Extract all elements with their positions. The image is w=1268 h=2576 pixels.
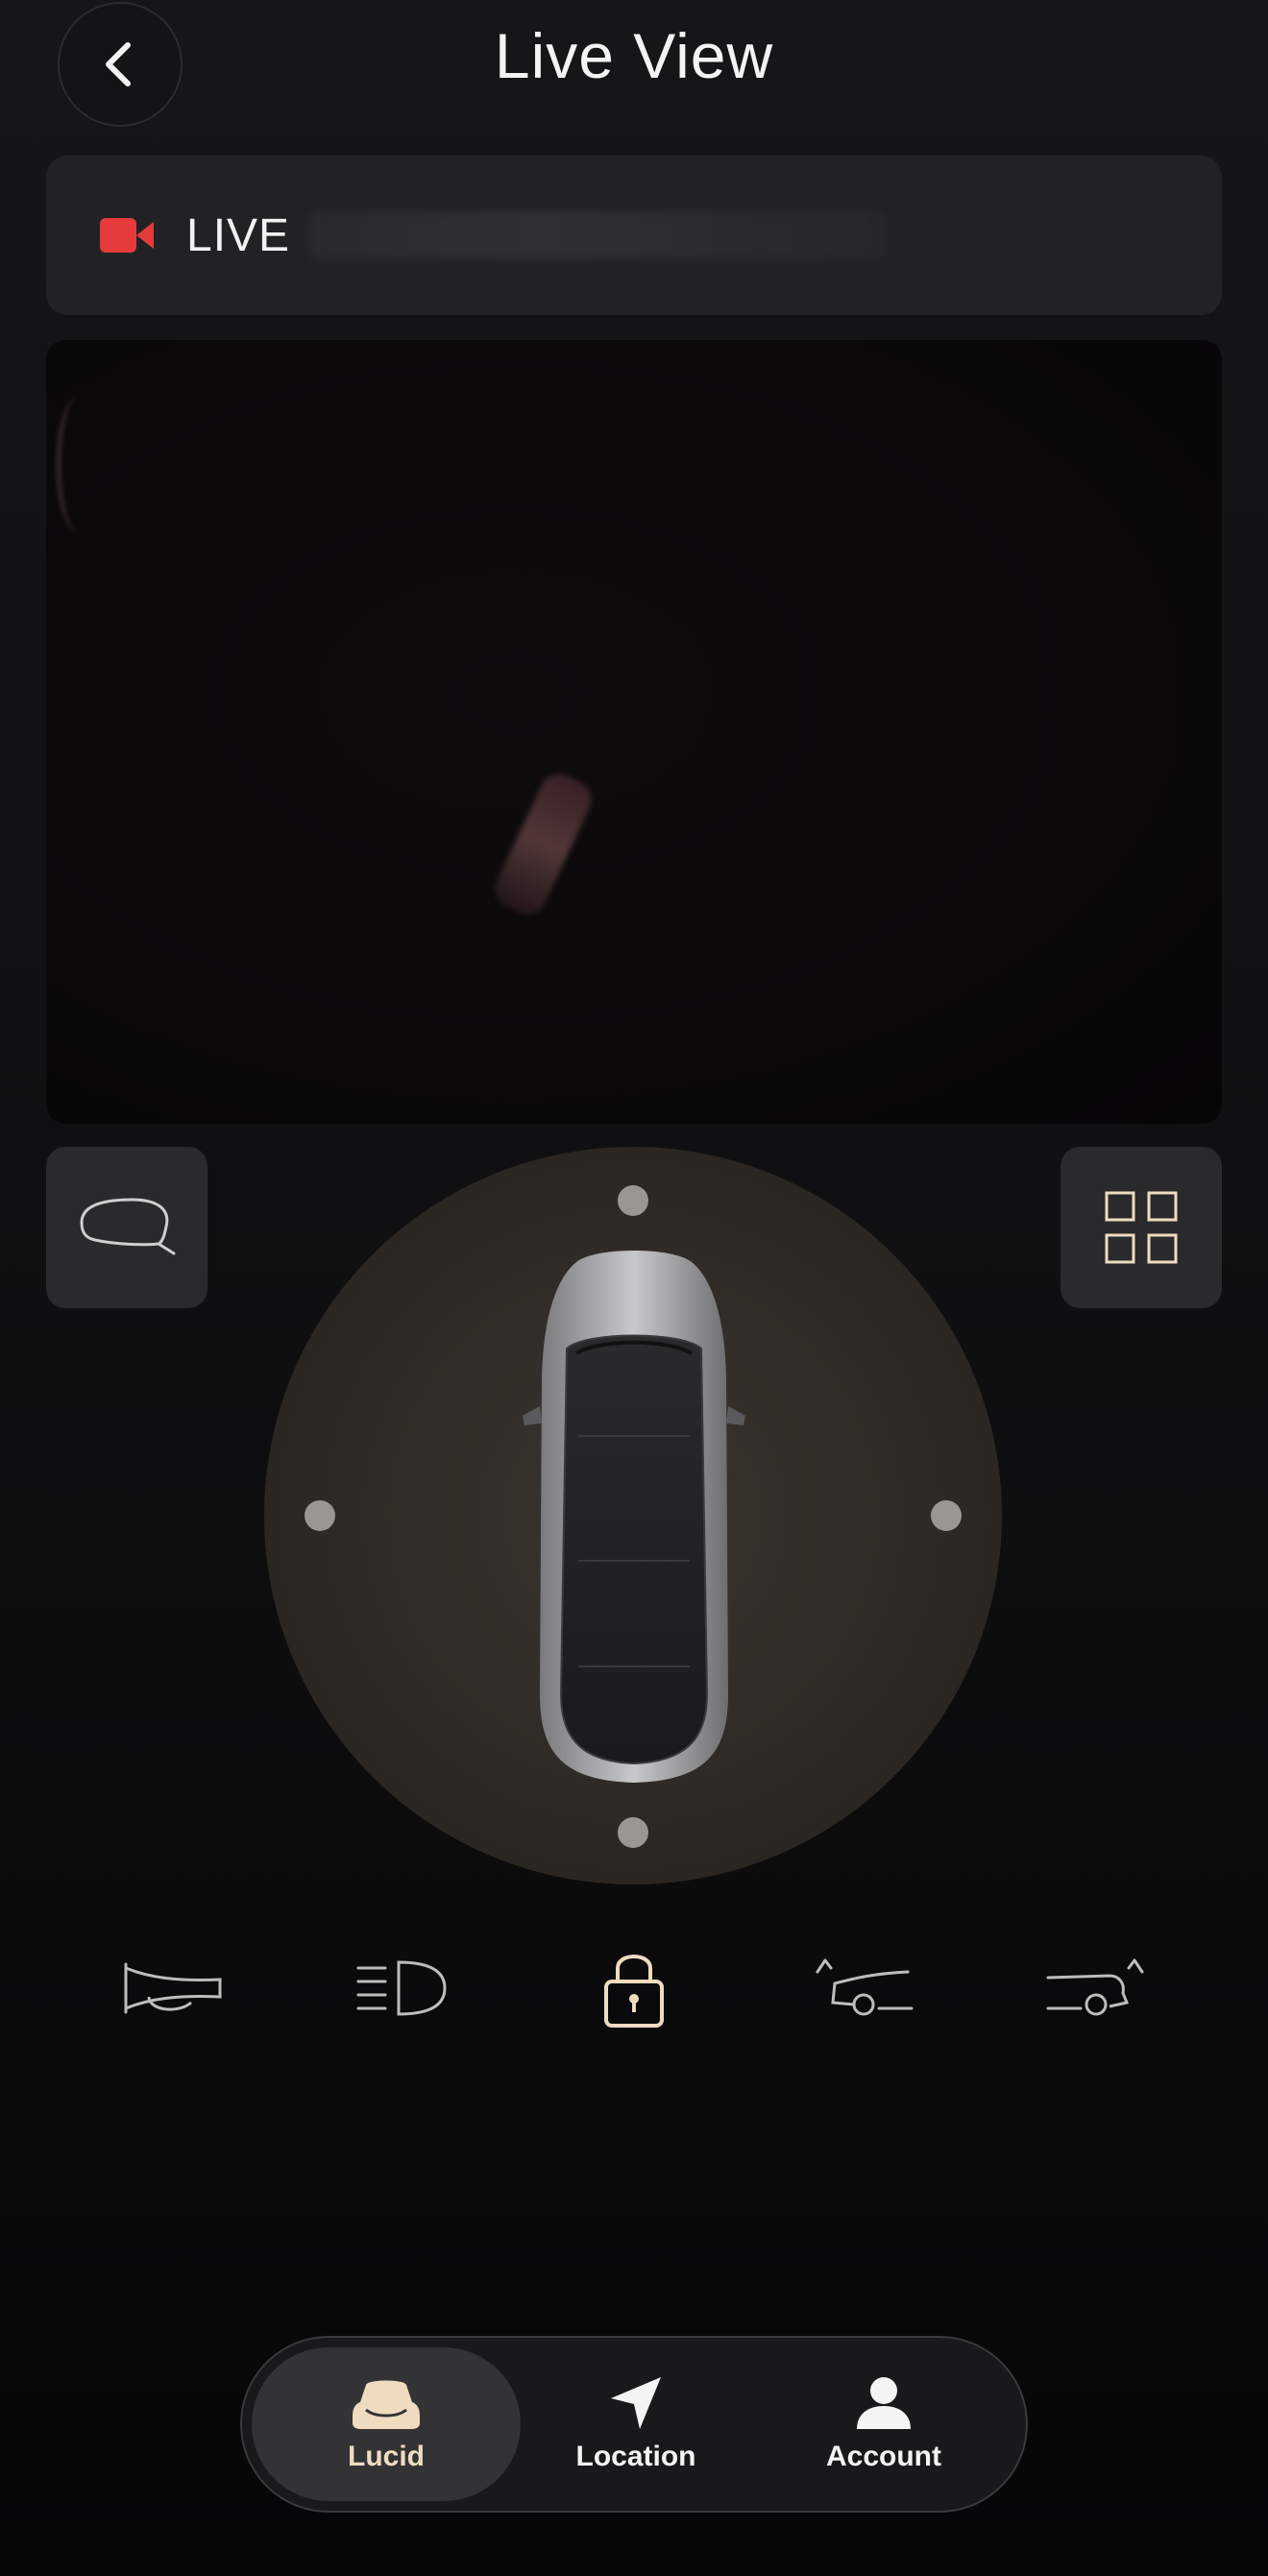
nav-label-location: Location (575, 2441, 696, 2472)
feed-reflection (488, 767, 598, 921)
lock-icon (604, 1955, 664, 2028)
mirror-icon (80, 1198, 176, 1255)
front-camera-dot[interactable] (618, 1185, 648, 1216)
horn-icon (124, 1962, 222, 2014)
mirror-view-button[interactable] (46, 1147, 207, 1308)
nav-item-lucid[interactable]: Lucid (252, 2347, 521, 2501)
left-camera-dot[interactable] (305, 1500, 335, 1531)
lock-button[interactable] (567, 1931, 701, 2046)
video-camera-icon (100, 218, 154, 253)
grid-view-button[interactable] (1061, 1147, 1222, 1308)
nav-item-account[interactable]: Account (749, 2347, 1018, 2501)
camera-selector (264, 1147, 1002, 1884)
redacted-location (309, 211, 887, 259)
car-icon (353, 2380, 420, 2429)
feed-highlight (56, 398, 100, 532)
nav-label-lucid: Lucid (348, 2441, 425, 2472)
quick-actions (0, 1931, 1268, 2046)
nav-item-location[interactable]: Location (501, 2347, 770, 2501)
page-title: Live View (494, 20, 774, 91)
frunk-button[interactable] (797, 1931, 932, 2046)
headlights-icon (356, 1960, 447, 2016)
right-camera-dot[interactable] (931, 1500, 962, 1531)
rear-camera-dot[interactable] (618, 1817, 648, 1848)
headlights-button[interactable] (336, 1931, 471, 2046)
grid-icon (1105, 1191, 1178, 1264)
live-banner: LIVE (46, 156, 1222, 315)
car-top-view-icon (523, 1251, 745, 1783)
location-arrow-icon (611, 2377, 661, 2429)
trunk-button[interactable] (1028, 1931, 1162, 2046)
trunk-open-icon (1046, 1958, 1144, 2016)
bottom-nav: Lucid Location Account (240, 2336, 1028, 2513)
nav-label-account: Account (826, 2441, 941, 2472)
person-icon (857, 2377, 911, 2429)
live-label: LIVE (186, 209, 291, 261)
horn-button[interactable] (106, 1931, 240, 2046)
camera-feed[interactable] (46, 340, 1222, 1124)
frunk-open-icon (816, 1958, 914, 2016)
